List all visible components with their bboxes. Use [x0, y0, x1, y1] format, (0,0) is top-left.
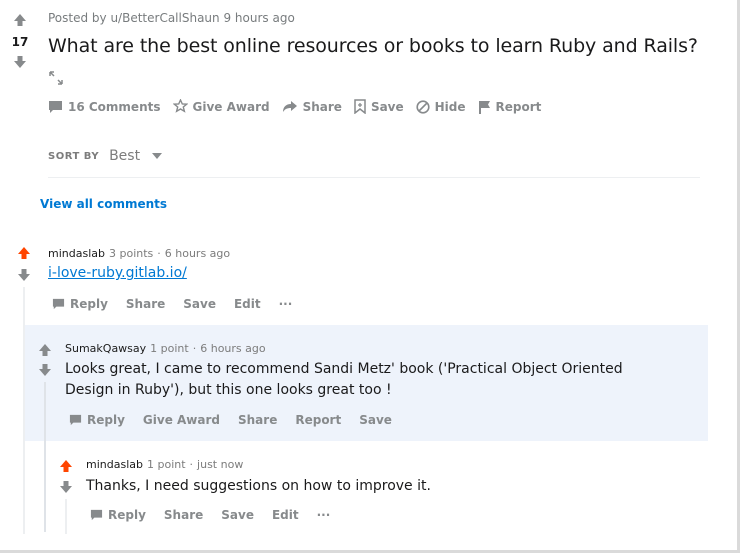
comment3-body: Thanks, I need suggestions on how to imp…	[86, 478, 431, 494]
comment3-share-button[interactable]: Share	[164, 508, 203, 522]
comment2-reply-button[interactable]: Reply	[69, 413, 125, 427]
comment3-more-options-icon[interactable]: ···	[317, 508, 331, 522]
comment3-time: just now	[197, 458, 244, 471]
comment1-header: mindaslab 3 points · 6 hours ago	[48, 247, 230, 260]
comment1-link[interactable]: i-love-ruby.gitlab.io/	[48, 265, 187, 281]
comments-label: 16 Comments	[68, 99, 161, 114]
post-action-bar: 16 Comments Give Award Share Save Hide R…	[48, 99, 553, 114]
comment1-save-button[interactable]: Save	[183, 297, 216, 311]
award-icon	[172, 99, 188, 113]
comment1-edit-button[interactable]: Edit	[234, 297, 261, 311]
sort-divider	[48, 177, 700, 178]
comment-icon	[69, 414, 82, 426]
comment2-author[interactable]: SumakQawsay	[65, 342, 146, 355]
comment1-reply-label: Reply	[70, 297, 108, 311]
share-button[interactable]: Share	[282, 100, 342, 114]
post-author[interactable]: Posted by u/BetterCallShaun	[48, 11, 220, 25]
comment-icon	[90, 509, 103, 521]
comment3-dot: ·	[189, 458, 194, 471]
share-icon	[282, 101, 297, 112]
give-award-label: Give Award	[192, 99, 270, 114]
comment3-reply-label: Reply	[108, 508, 146, 522]
hide-label: Hide	[434, 99, 466, 114]
comment1-author[interactable]: mindaslab	[48, 247, 105, 260]
comment3-save-button[interactable]: Save	[221, 508, 254, 522]
comment2-time: 6 hours ago	[200, 342, 266, 355]
report-button[interactable]: Report	[478, 99, 542, 114]
comment3-author[interactable]: mindaslab	[86, 458, 143, 471]
post-score: 17	[11, 35, 29, 49]
comment1-dot: ·	[157, 247, 161, 260]
comment2-reply-label: Reply	[87, 413, 125, 427]
save-label: Save	[370, 99, 404, 114]
comment1-share-button[interactable]: Share	[126, 297, 165, 311]
comment3-upvote-icon[interactable]	[59, 458, 73, 477]
post-time: 9 hours ago	[223, 11, 295, 25]
comment-icon	[52, 298, 65, 310]
comment1-time: 6 hours ago	[164, 247, 231, 260]
comment1-downvote-icon[interactable]	[17, 267, 31, 286]
comment1-points: 3 points	[108, 247, 154, 260]
comment2-upvote-icon[interactable]	[38, 342, 52, 361]
comment1-reply-button[interactable]: Reply	[52, 297, 108, 311]
comment2-body: Looks great, I came to recommend Sandi M…	[65, 361, 623, 398]
expand-icon[interactable]	[48, 70, 64, 90]
comment2-points: 1 point	[150, 342, 189, 355]
sort-dropdown[interactable]: SORT BY Best	[48, 148, 163, 164]
sort-label: SORT BY	[48, 150, 100, 162]
comment3-thread-line[interactable]	[65, 499, 67, 534]
flag-icon	[478, 100, 490, 114]
comment2-save-button[interactable]: Save	[359, 413, 392, 427]
comments-button[interactable]: 16 Comments	[48, 100, 161, 114]
comment3-edit-button[interactable]: Edit	[272, 508, 299, 522]
comment1-actions: Reply Share Save Edit ···	[52, 297, 310, 311]
comment1-upvote-icon[interactable]	[17, 245, 31, 264]
comment3-reply-button[interactable]: Reply	[90, 508, 146, 522]
comment2-actions: Reply Give Award Share Report Save	[69, 413, 410, 427]
post-downvote-icon[interactable]	[11, 53, 29, 71]
comment1-more-options-icon[interactable]: ···	[279, 297, 293, 311]
comment2-dot: ·	[192, 342, 197, 355]
share-label: Share	[302, 99, 342, 114]
post-title: What are the best online resources or bo…	[48, 35, 698, 57]
save-icon	[354, 99, 366, 114]
chevron-down-icon	[152, 153, 163, 159]
comment3-downvote-icon[interactable]	[59, 479, 73, 498]
report-label: Report	[495, 99, 542, 114]
view-all-comments-link[interactable]: View all comments	[40, 197, 167, 211]
comment-icon	[49, 100, 62, 113]
comment2-give-award-button[interactable]: Give Award	[143, 413, 220, 427]
hide-button[interactable]: Hide	[416, 100, 466, 114]
comment2-share-button[interactable]: Share	[238, 413, 277, 427]
post-upvote-icon[interactable]	[11, 11, 29, 29]
hide-icon	[416, 99, 430, 114]
post-meta: Posted by u/BetterCallShaun 9 hours ago	[48, 11, 295, 25]
comment2-header: SumakQawsay 1 point · 6 hours ago	[65, 342, 266, 355]
save-button[interactable]: Save	[354, 99, 404, 114]
comment2-thread-line[interactable]	[44, 382, 46, 532]
sort-value: Best	[109, 148, 141, 164]
comment2-report-button[interactable]: Report	[295, 413, 341, 427]
comment3-points: 1 point	[146, 458, 186, 471]
comment3-actions: Reply Share Save Edit ···	[90, 508, 348, 522]
comment2-downvote-icon[interactable]	[38, 362, 52, 381]
give-award-button[interactable]: Give Award	[172, 99, 270, 114]
comment3-header: mindaslab 1 point · just now	[86, 458, 243, 471]
